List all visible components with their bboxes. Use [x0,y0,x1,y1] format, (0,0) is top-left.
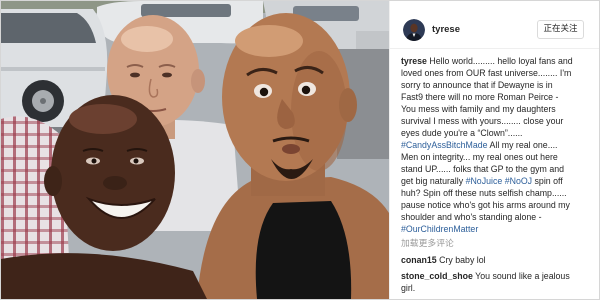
caption-line: loved ones from OUR fast universe.......… [401,67,573,79]
hashtag-link[interactable]: #OurChildrenMatter [401,224,478,234]
caption: tyrese Hello world......... hello loyal … [401,55,573,235]
left-man-nose [103,176,127,190]
caption-line: huh? Spin off these nuts selfish champ..… [401,187,573,199]
caption-text: loved ones from OUR fast universe.......… [401,68,572,78]
caption-line: #OurChildrenMatter [401,223,573,235]
caption-line: eyes dude you're a “Clown”...... [401,127,573,139]
right-man-head-highlight [235,25,303,57]
right-man-right-pupil [301,85,311,95]
caption-text: sorry to announce that if Dewayne is in [401,80,553,90]
caption-text: Men on integrity... my real ones out her… [401,152,558,162]
caption-author-link[interactable]: tyrese [401,56,427,66]
middle-man-right-eye [162,72,172,78]
suv-wheel-hub [40,98,46,104]
comment-list: conan15 Cry baby lol stone_cold_shoe You … [401,254,570,298]
post-header: tyrese 正在关注 [390,1,599,49]
caption-line: #CandyAssBitchMade All my real one.... [401,139,573,151]
caption-text: huh? Spin off these nuts selfish champ..… [401,188,567,198]
left-man-right-pupil [133,158,139,164]
caption-text: stand UP...... folks that GP to the gym … [401,164,564,174]
comment: stone_cold_shoe You sound like a jealous… [401,270,570,294]
caption-text: Hello world......... hello loyal fans an… [426,56,573,66]
caption-line: Fast9 there will no more Roman Peirce - [401,91,573,103]
comment-author-link[interactable]: stone_cold_shoe [401,271,473,281]
caption-text: eyes dude you're a “Clown”...... [401,128,523,138]
comment-author-link[interactable]: conan15 [401,255,437,265]
comment-text: girl. [401,283,416,293]
caption-line: Men on integrity... my real ones out her… [401,151,573,163]
caption-line: stand UP...... folks that GP to the gym … [401,163,573,175]
caption-line: sorry to announce that if Dewayne is in [401,79,573,91]
left-man-ear [44,166,62,196]
comment-text: Cry baby lol [436,255,486,265]
avatar[interactable] [403,19,425,41]
silver-suv-window [1,13,96,43]
instagram-post: tyrese 正在关注 tyrese Hello world......... … [0,0,600,300]
caption-text: Fast9 there will no more Roman Peirce - [401,92,559,102]
silver-suv-trim [1,67,105,71]
author-username-link[interactable]: tyrese [432,24,460,36]
caption-line: survival I mess with yours........ close… [401,115,573,127]
caption-text: pause notice who's got his arms around m… [401,200,570,210]
caption-line: shoulder and who's standing alone - [401,211,573,223]
background-car-far-right [356,31,389,49]
comment-line: stone_cold_shoe You sound like a jealous [401,270,570,282]
comment: conan15 Cry baby lol [401,254,570,266]
load-more-comments-link[interactable]: 加载更多评论 [401,238,454,250]
right-man-ear [339,88,357,122]
caption-line: get big naturally #NoJuice #NoOJ spin of… [401,175,573,187]
hashtag-link[interactable]: #NoOJ [505,176,532,186]
caption-line: pause notice who's got his arms around m… [401,199,573,211]
caption-text: get big naturally [401,176,466,186]
post-sidebar: tyrese 正在关注 tyrese Hello world......... … [389,1,599,299]
caption-line: tyrese Hello world......... hello loyal … [401,55,573,67]
left-man-left-pupil [91,158,97,164]
caption-text: You mess with family and my daughters [401,104,556,114]
middle-man-left-eye [130,72,140,78]
post-photo [1,1,389,299]
avatar-face [410,23,418,33]
middle-man-head-highlight [121,26,173,52]
comment-line: conan15 Cry baby lol [401,254,570,266]
comment-text: You sound like a jealous [472,271,570,281]
hashtag-link[interactable]: #NoJuice [466,176,503,186]
right-man-mouth [282,144,300,154]
comment-line: girl. [401,282,570,294]
caption-text: survival I mess with yours........ close… [401,116,564,126]
left-man-head-highlight [69,104,137,134]
caption-line: You mess with family and my daughters [401,103,573,115]
right-man-left-pupil [259,87,269,97]
middle-man-ear [191,69,205,93]
caption-text: spin off [532,176,563,186]
right-man-tank-top [255,201,352,299]
hashtag-link[interactable]: #CandyAssBitchMade [401,140,488,150]
caption-text: All my real one.... [487,140,558,150]
caption-text: shoulder and who's standing alone - [401,212,542,222]
following-button[interactable]: 正在关注 [537,20,584,39]
